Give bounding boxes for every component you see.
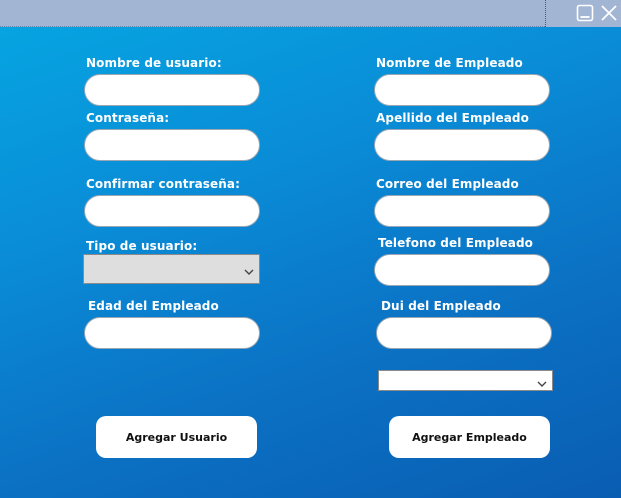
employee-first-name-label: Nombre de Empleado — [376, 56, 523, 70]
age-input[interactable] — [84, 317, 260, 349]
employee-extra-select[interactable] — [378, 370, 553, 391]
employee-last-name-input[interactable] — [374, 129, 550, 161]
confirm-password-label: Confirmar contraseña: — [86, 177, 241, 191]
chevron-down-icon — [243, 263, 255, 275]
minimize-button[interactable] — [575, 3, 595, 23]
close-button[interactable] — [599, 3, 619, 23]
close-icon — [600, 4, 618, 22]
username-input[interactable] — [84, 74, 260, 106]
add-user-button[interactable]: Agregar Usuario — [96, 416, 257, 458]
employee-phone-label: Telefono del Empleado — [378, 236, 534, 250]
confirm-password-input[interactable] — [84, 195, 260, 227]
minimize-icon — [576, 4, 594, 22]
employee-email-input[interactable] — [374, 195, 550, 227]
employee-phone-input[interactable] — [374, 254, 550, 286]
chevron-down-icon — [536, 375, 548, 387]
username-label: Nombre de usuario: — [86, 56, 222, 70]
password-input[interactable] — [84, 129, 260, 161]
employee-dui-label: Dui del Empleado — [381, 299, 501, 313]
form-panel: Nombre de usuario: Contraseña: Confirmar… — [0, 27, 621, 498]
user-type-label: Tipo de usuario: — [86, 239, 198, 253]
employee-first-name-input[interactable] — [374, 74, 550, 106]
age-label: Edad del Empleado — [88, 299, 219, 313]
user-type-select[interactable] — [83, 254, 260, 284]
add-employee-button[interactable]: Agregar Empleado — [389, 416, 550, 458]
title-bar-separator — [545, 0, 546, 27]
employee-last-name-label: Apellido del Empleado — [376, 111, 529, 125]
employee-email-label: Correo del Empleado — [376, 177, 519, 191]
password-label: Contraseña: — [86, 111, 170, 125]
title-bar — [0, 0, 621, 27]
employee-dui-input[interactable] — [376, 317, 552, 349]
